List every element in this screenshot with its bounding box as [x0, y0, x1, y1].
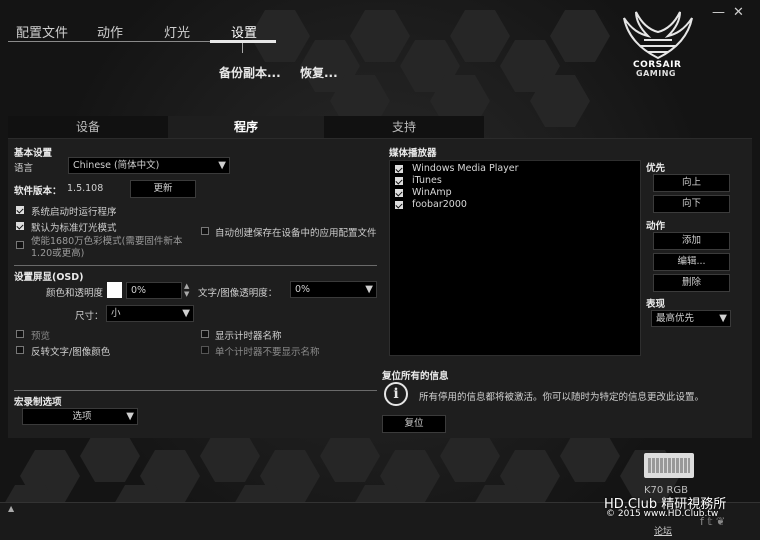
action-heading: 动作 — [646, 221, 666, 232]
spinner-icon[interactable]: ▲ ▼ — [184, 282, 189, 298]
media-label: iTunes — [412, 175, 442, 186]
preview-label: 预览 — [31, 331, 51, 342]
single-timer-label: 单个计时器不要显示名称 — [215, 347, 320, 358]
subtab-support[interactable]: 支持 — [324, 116, 484, 138]
default-lighting-label: 默认为标准灯光模式 — [31, 223, 117, 234]
logo-text-gaming: GAMING — [636, 69, 676, 78]
reset-description: 所有停用的信息都将被激活。你可以随时为特定的信息更改此设置。 — [419, 392, 705, 403]
update-button[interactable]: 更新 — [130, 180, 196, 198]
media-label: foobar2000 — [412, 199, 467, 210]
behavior-value: 最高优先 — [656, 313, 695, 324]
size-value: 小 — [111, 308, 121, 319]
edit-button[interactable]: 编辑... — [653, 253, 730, 271]
language-value: Chinese (简体中文) — [73, 160, 160, 171]
move-up-button[interactable]: 向上 — [653, 174, 730, 192]
forum-link[interactable]: 论坛 — [654, 524, 672, 537]
macro-options-dropdown[interactable]: 选项 ▼ — [22, 408, 138, 425]
auto-create-profile-checkbox[interactable] — [201, 227, 209, 235]
move-down-button[interactable]: 向下 — [653, 195, 730, 213]
media-player-list[interactable]: Windows Media Player iTunes WinAmp fooba… — [389, 160, 641, 356]
keyboard-icon[interactable] — [644, 453, 694, 478]
osd-heading: 设置屏显(OSD) — [14, 272, 84, 283]
tab-profiles[interactable]: 配置文件 — [16, 22, 68, 41]
priority-heading: 优先 — [646, 163, 666, 174]
show-timer-label: 显示计时器名称 — [215, 331, 282, 342]
text-opacity-label: 文字/图像透明度： — [198, 288, 278, 299]
chevron-down-icon: ▼ — [126, 411, 134, 422]
color-opacity-field[interactable]: 0% — [126, 282, 182, 299]
tab-settings[interactable]: 设置 — [231, 22, 257, 41]
version-value: 1.5.108 — [67, 183, 104, 194]
expand-up-icon[interactable]: ▲ — [8, 504, 14, 513]
auto-create-profile-label: 自动创建保存在设备中的应用配置文件 — [215, 228, 377, 239]
invert-colors-checkbox[interactable] — [16, 346, 24, 354]
default-lighting-checkbox[interactable] — [16, 222, 24, 230]
backup-button[interactable]: 备份副本... — [219, 64, 281, 81]
show-timer-checkbox[interactable] — [201, 330, 209, 338]
corsair-logo-icon — [623, 11, 693, 60]
macro-options-value: 选项 — [72, 411, 92, 422]
run-on-startup-label: 系统启动时运行程序 — [31, 207, 117, 218]
single-timer-checkbox[interactable] — [201, 346, 209, 354]
reset-heading: 复位所有的信息 — [382, 371, 449, 382]
nav-connector — [242, 43, 243, 53]
version-label: 软件版本： — [14, 186, 62, 197]
preview-checkbox[interactable] — [16, 330, 24, 338]
color-opacity-value: 0% — [131, 285, 147, 296]
text-opacity-value: 0% — [295, 284, 311, 295]
color-mode-label: 使能1680万色彩模式(需要固件新本1.20或更高) — [31, 236, 183, 259]
color-mode-checkbox[interactable] — [16, 241, 24, 249]
size-dropdown[interactable]: 小 ▼ — [106, 305, 194, 322]
delete-button[interactable]: 删除 — [653, 274, 730, 292]
restore-button[interactable]: 恢复... — [300, 64, 338, 81]
separator — [14, 390, 377, 391]
run-on-startup-checkbox[interactable] — [16, 206, 24, 214]
separator — [14, 265, 377, 266]
nav-selected-indicator — [210, 40, 276, 43]
behavior-dropdown[interactable]: 最高优先 ▼ — [651, 310, 731, 327]
media-checkbox[interactable] — [395, 177, 403, 185]
add-button[interactable]: 添加 — [653, 232, 730, 250]
settings-subtabs: 设备 程序 支持 — [8, 116, 752, 138]
chevron-down-icon: ▼ — [182, 308, 190, 319]
subtab-devices[interactable]: 设备 — [8, 116, 168, 138]
chevron-down-icon: ▼ — [218, 160, 226, 171]
media-label: WinAmp — [412, 187, 452, 198]
language-dropdown[interactable]: Chinese (简体中文) ▼ — [68, 157, 230, 174]
close-button[interactable]: ✕ — [733, 5, 744, 20]
media-checkbox[interactable] — [395, 165, 403, 173]
media-label: Windows Media Player — [412, 163, 519, 174]
info-icon: i — [384, 382, 408, 406]
size-label: 尺寸： — [75, 311, 104, 322]
basic-settings-heading: 基本设置 — [14, 148, 53, 159]
invert-colors-label: 反转文字/图像颜色 — [31, 347, 111, 358]
behavior-heading: 表现 — [646, 299, 666, 310]
color-opacity-label: 颜色和透明度 — [46, 288, 104, 299]
reset-button[interactable]: 复位 — [382, 415, 446, 433]
watermark-copyright: © 2015 www.HD.Club.tw — [606, 509, 719, 519]
color-swatch[interactable] — [107, 282, 122, 298]
tab-lighting[interactable]: 灯光 — [164, 22, 190, 41]
chevron-down-icon: ▼ — [365, 284, 373, 295]
media-player-heading: 媒体播放器 — [389, 148, 437, 159]
macro-heading: 宏录制选项 — [14, 397, 62, 408]
minimize-button[interactable]: — — [712, 5, 725, 20]
language-label: 语言 — [14, 163, 34, 174]
chevron-down-icon: ▼ — [719, 313, 727, 324]
text-opacity-dropdown[interactable]: 0% ▼ — [290, 281, 377, 298]
keyboard-keys — [648, 458, 690, 473]
media-checkbox[interactable] — [395, 201, 403, 209]
subtab-program[interactable]: 程序 — [168, 116, 324, 138]
tab-actions[interactable]: 动作 — [97, 22, 123, 41]
media-checkbox[interactable] — [395, 189, 403, 197]
